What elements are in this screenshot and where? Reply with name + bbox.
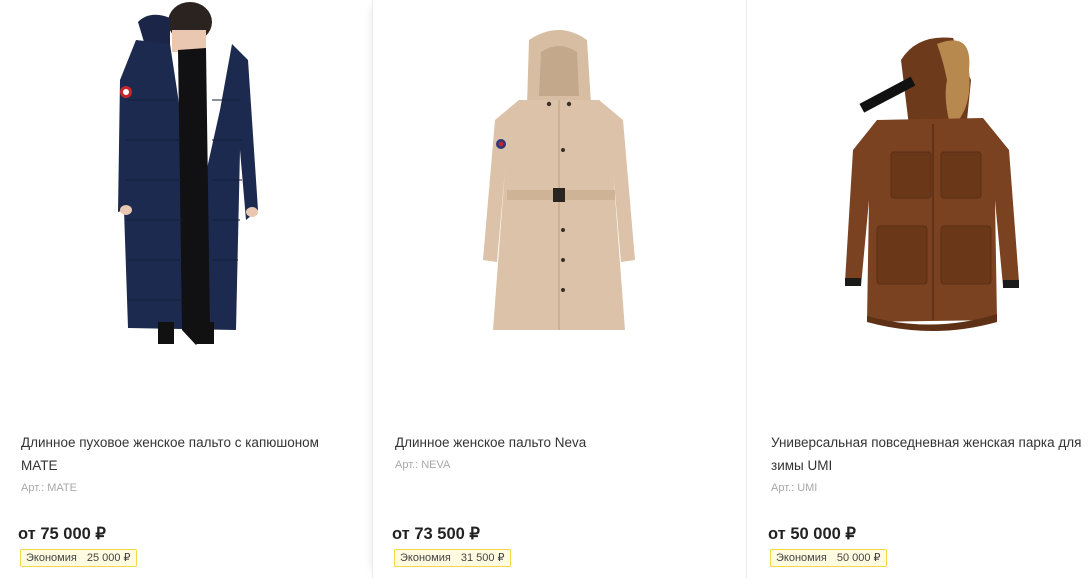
- product-price: от 75 000 ₽: [18, 525, 106, 543]
- beige-coat-illustration: [483, 30, 635, 330]
- product-sku: Арт.: NEVA: [395, 459, 451, 471]
- product-price: от 50 000 ₽: [768, 525, 856, 543]
- product-image[interactable]: [747, 0, 1092, 400]
- product-title[interactable]: Универсальная повседневная женская парка…: [771, 431, 1091, 477]
- savings-value: 50 000 ₽: [836, 552, 881, 564]
- product-image[interactable]: [0, 0, 372, 400]
- savings-label: Экономия: [776, 552, 827, 564]
- product-card[interactable]: Длинное пуховое женское пальто с капюшон…: [0, 0, 372, 578]
- product-sku: Арт.: MATE: [21, 482, 77, 494]
- savings-badge: Экономия 31 500 ₽: [394, 549, 511, 567]
- savings-badge: Экономия 25 000 ₽: [20, 549, 137, 567]
- savings-label: Экономия: [400, 552, 451, 564]
- product-price: от 73 500 ₽: [392, 525, 480, 543]
- savings-value: 31 500 ₽: [460, 552, 505, 564]
- product-title[interactable]: Длинное пуховое женское пальто с капюшон…: [21, 431, 351, 477]
- product-title[interactable]: Длинное женское пальто Neva: [395, 431, 725, 454]
- product-card[interactable]: Универсальная повседневная женская парка…: [746, 0, 1092, 578]
- savings-label: Экономия: [26, 552, 77, 564]
- savings-value: 25 000 ₽: [86, 552, 131, 564]
- savings-badge: Экономия 50 000 ₽: [770, 549, 887, 567]
- product-sku: Арт.: UMI: [771, 482, 818, 494]
- product-grid: Длинное пуховое женское пальто с капюшон…: [0, 0, 1092, 578]
- product-image[interactable]: [373, 0, 746, 400]
- product-card[interactable]: Длинное женское пальто Neva Арт.: NEVA о…: [372, 0, 746, 578]
- navy-coat-illustration: [118, 2, 258, 345]
- brown-parka-illustration: [845, 37, 1019, 331]
